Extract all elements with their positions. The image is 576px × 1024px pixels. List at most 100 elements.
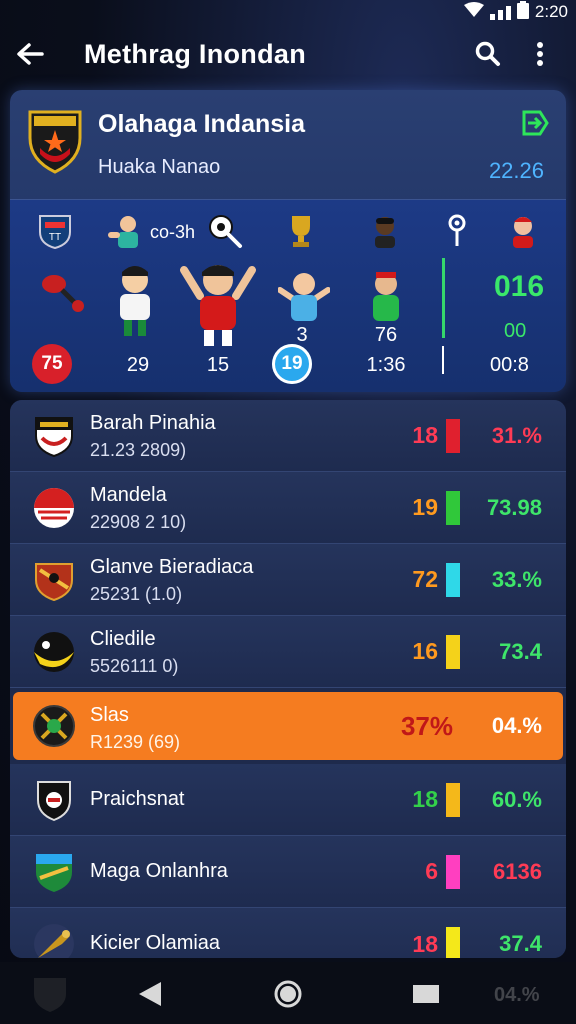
page-title: Methrag Inondan	[84, 38, 306, 69]
more-button[interactable]	[524, 38, 556, 70]
app-bar: Methrag Inondan	[0, 26, 576, 82]
team-name: Maga Onlanhra	[90, 860, 228, 882]
team-points: 19	[412, 494, 438, 520]
form-bar	[446, 418, 460, 453]
team-points: 18	[412, 422, 438, 448]
team-name: Cliedile	[90, 628, 156, 650]
stat-player2: 15	[206, 354, 230, 376]
team-subtitle: Huaka Nanao	[98, 156, 221, 178]
triangle-back-icon	[139, 982, 161, 1006]
team-percentage: 37.4	[499, 931, 542, 956]
form-bar	[446, 634, 460, 669]
player-avatar-icon	[108, 216, 138, 248]
share-arrow-icon[interactable]	[520, 108, 550, 138]
list-item[interactable]: Cliedile 5526111 0) 16 73.4	[10, 616, 566, 688]
divider-green	[442, 258, 445, 338]
list-item[interactable]: Glanve Bieradiaca 25231 (1.0) 72 33.%	[10, 544, 566, 616]
team-percentage: 60.%	[491, 786, 542, 812]
horn-icon	[34, 924, 74, 958]
team-points: 72	[412, 566, 438, 592]
arrow-left-icon	[17, 43, 44, 65]
team-points: 16	[412, 638, 438, 664]
maracas-icon	[42, 275, 84, 312]
stat-blue-badge: 19	[272, 344, 312, 384]
team-points: 18	[412, 930, 438, 957]
half-circle-icon	[34, 487, 74, 528]
trophy-icon	[292, 216, 310, 247]
faded-percentage: 04.%	[494, 984, 540, 1006]
more-vert-icon	[537, 42, 543, 66]
stat-right-low: 00:8	[490, 354, 529, 376]
team-detail: 21.23 2809)	[90, 440, 187, 460]
team-card[interactable]: Olahaga Indansia Huaka Nanao 22.26 TT co…	[10, 90, 566, 392]
team-name: Glanve Bieradiaca	[90, 556, 254, 578]
team-percentage: 73.98	[486, 494, 542, 520]
team-name: Kicier Olamiaa	[90, 932, 221, 954]
nav-home-button[interactable]	[268, 974, 308, 1014]
ball-icon	[34, 631, 74, 672]
player-red-kit-icon	[180, 265, 256, 346]
list-item[interactable]: Kicier Olamiaa 18 37.4	[10, 908, 566, 958]
nav-recents-button[interactable]	[406, 974, 446, 1014]
team-stats-panel: TT co-3h 3 76 016 00 75 29 15 19 1:36 00…	[10, 200, 566, 392]
team-percentage: 31.%	[491, 422, 542, 448]
team-crest-icon	[28, 110, 82, 174]
list-item[interactable]: Mandela 22908 2 10) 19 73.98	[10, 472, 566, 544]
team-percentage: 33.%	[491, 566, 542, 592]
nav-back-button[interactable]	[130, 974, 170, 1014]
team-detail: 5526111 0)	[90, 656, 179, 676]
team-points: 37%	[400, 710, 453, 741]
team-name: Mandela	[90, 484, 167, 506]
search-icon	[475, 41, 500, 66]
team-percentage: 04.%	[491, 713, 542, 738]
list-item[interactable]: Barah Pinahia 21.23 2809) 18 31.%	[10, 400, 566, 472]
status-bar: 2:20	[0, 0, 576, 24]
list-item[interactable]: Maga Onlanhra 6 6136	[10, 836, 566, 908]
form-bar	[446, 854, 460, 889]
team-percentage: 6136	[493, 858, 542, 884]
team-name: Praichsnat	[90, 788, 185, 810]
stat-player4-top: 76	[374, 324, 398, 346]
stat-player1: 29	[126, 354, 150, 376]
player-face-icon	[375, 217, 395, 248]
app-screen: 2:20 Methrag Inondan Olahaga Indansia Hu…	[0, 0, 576, 1024]
ball-search-icon	[209, 215, 242, 248]
stat-red-badge: 75	[32, 344, 72, 384]
team-name: Olahaga Indansia	[98, 110, 306, 138]
stat-player3-top: 3	[296, 324, 308, 346]
team-detail: R1239 (69)	[90, 732, 181, 752]
whistle-pin-icon	[448, 214, 466, 246]
team-detail: 25231 (1.0)	[90, 584, 183, 604]
list-item[interactable]: Praichsnat 18 60.%	[10, 764, 566, 836]
team-percentage: 73.4	[499, 638, 542, 664]
signal-icon	[489, 4, 511, 20]
emblem-icon	[33, 705, 75, 747]
form-bar	[446, 490, 460, 525]
team-name: Barah Pinahia	[90, 412, 216, 434]
divider-white	[442, 346, 444, 374]
shield-icon	[35, 562, 73, 601]
shield-badge-icon: TT	[39, 215, 71, 250]
search-button[interactable]	[472, 38, 504, 70]
stat-right-mid: 00	[504, 320, 527, 342]
team-points: 6	[425, 858, 438, 884]
team-card-header: Olahaga Indansia Huaka Nanao 22.26	[10, 90, 566, 200]
shield-dark-icon	[37, 780, 71, 821]
square-recents-icon	[413, 985, 439, 1003]
stat-player4: 1:36	[366, 354, 406, 376]
team-points: 18	[412, 786, 438, 812]
player-white-kit-icon	[120, 266, 150, 336]
icons-row-label: co-3h	[150, 222, 196, 242]
faded-crest-icon	[34, 978, 66, 1012]
player-green-kit-icon	[373, 272, 399, 321]
standings-list: Barah Pinahia 21.23 2809) 18 31.% Mandel…	[10, 400, 566, 958]
list-item-selected[interactable]: Slas R1239 (69) 37% 04.%	[13, 692, 563, 760]
player-red-icon	[513, 217, 533, 248]
form-bar	[446, 782, 460, 817]
team-detail: 22908 2 10)	[90, 512, 187, 532]
green-shield-icon	[36, 853, 72, 892]
back-button[interactable]	[0, 26, 60, 82]
system-nav-bar: 04.%	[0, 962, 576, 1024]
form-bar	[446, 927, 460, 958]
battery-icon	[516, 0, 529, 24]
